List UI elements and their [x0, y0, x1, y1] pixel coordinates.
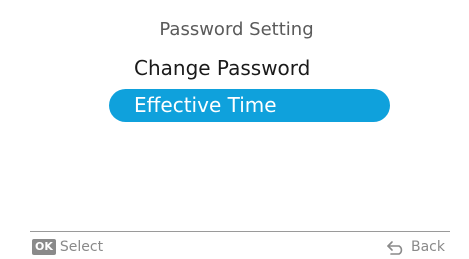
- ok-key-icon: OK: [32, 239, 56, 255]
- menu-item-label: Effective Time: [134, 93, 277, 117]
- menu-list: Change Password Effective Time: [109, 52, 390, 126]
- menu-item-label: Change Password: [134, 56, 311, 80]
- back-label: Back: [411, 239, 445, 255]
- return-arrow-icon: [386, 239, 406, 255]
- footer-divider: [30, 231, 450, 232]
- select-hint[interactable]: OK Select: [32, 238, 103, 256]
- page-title: Password Setting: [159, 19, 314, 40]
- back-hint[interactable]: Back: [386, 238, 445, 256]
- screen: Password Setting Change Password Effecti…: [0, 0, 469, 259]
- select-label: Select: [59, 239, 104, 255]
- menu-item-effective-time[interactable]: Effective Time: [109, 89, 390, 122]
- menu-item-change-password[interactable]: Change Password: [109, 52, 390, 85]
